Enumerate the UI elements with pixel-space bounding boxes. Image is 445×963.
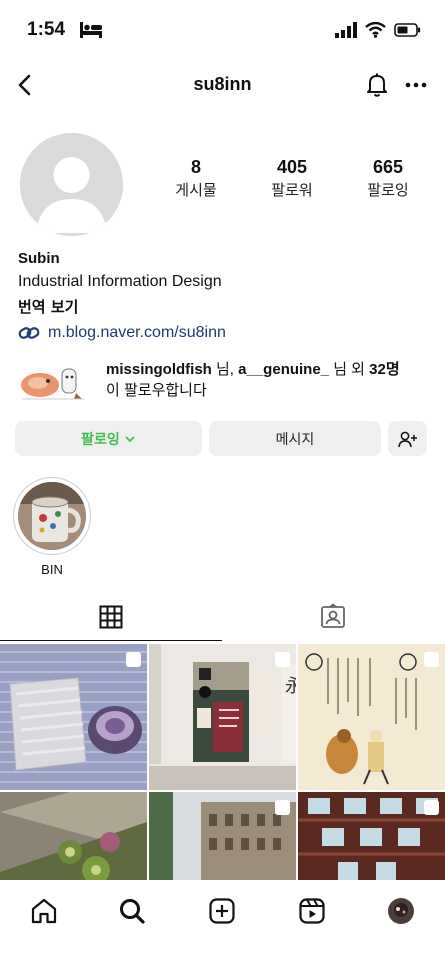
posts-label: 게시물 <box>175 181 217 199</box>
grid-icon <box>99 605 123 628</box>
status-indicators <box>335 22 421 38</box>
followed-sep-2: 님 외 <box>329 361 370 378</box>
following-button[interactable]: 팔로잉 <box>15 421 202 456</box>
followed-user-2[interactable]: a__genuine_ <box>238 361 329 378</box>
stat-followers[interactable]: 405 팔로워 <box>247 157 337 200</box>
followers-label: 팔로워 <box>271 181 313 199</box>
wifi-icon <box>365 22 386 38</box>
highlight-ring <box>13 477 91 555</box>
following-count: 665 <box>372 157 404 177</box>
profile-avatar-icon <box>388 898 414 924</box>
followed-line-2: 이 팔로우합니다 <box>106 382 207 399</box>
highlight-label: BIN <box>41 562 63 577</box>
stat-following[interactable]: 665 팔로잉 <box>343 157 433 200</box>
bottom-nav <box>0 880 445 963</box>
tagged-icon <box>321 603 345 628</box>
tab-tagged[interactable] <box>222 593 444 639</box>
tab-posts-grid[interactable] <box>0 593 222 641</box>
message-button[interactable]: 메시지 <box>209 421 381 456</box>
followed-by[interactable]: missingoldfish 님, a__genuine_ 님 외 32명 이 … <box>18 357 428 407</box>
followed-by-avatars <box>21 368 84 400</box>
svg-text:永: 永 <box>285 676 296 697</box>
reels-icon <box>299 898 325 924</box>
translate-link[interactable]: 번역 보기 <box>18 296 78 317</box>
multi-photo-icon <box>424 652 439 667</box>
multi-photo-icon <box>424 800 439 815</box>
profile-name: Subin <box>18 250 60 267</box>
post-thumbnail[interactable] <box>0 644 147 790</box>
posts-count: 8 <box>190 157 201 177</box>
status-bar: 1:54 <box>0 0 445 60</box>
bell-icon[interactable] <box>364 71 390 99</box>
post-thumbnail[interactable] <box>298 644 445 790</box>
followed-user-1[interactable]: missingoldfish <box>106 361 212 378</box>
multi-photo-icon <box>126 652 141 667</box>
status-time: 1:54 <box>27 19 66 40</box>
nav-reels[interactable] <box>297 896 327 926</box>
highlight-cover <box>18 482 86 550</box>
sleep-focus-icon <box>80 22 102 38</box>
followers-count: 405 <box>276 157 308 177</box>
home-icon <box>31 898 57 924</box>
nav-home[interactable] <box>29 896 59 926</box>
nav-create[interactable] <box>207 896 237 926</box>
search-icon <box>120 899 145 924</box>
profile-tabs <box>0 593 445 641</box>
profile-avatar[interactable] <box>20 133 123 236</box>
post-thumbnail[interactable]: 永 <box>149 644 296 790</box>
signal-icon <box>335 22 357 38</box>
add-user-button[interactable] <box>388 421 427 456</box>
profile-link[interactable]: m.blog.naver.com/su8inn <box>18 324 226 342</box>
multi-photo-icon <box>275 800 290 815</box>
profile-link-text: m.blog.naver.com/su8inn <box>48 324 226 341</box>
following-label: 팔로잉 <box>367 181 409 199</box>
profile-header: su8inn <box>0 62 445 108</box>
followed-by-text: missingoldfish 님, a__genuine_ 님 외 32명 이 … <box>106 359 400 401</box>
followed-count: 32명 <box>369 361 400 378</box>
more-icon[interactable] <box>404 75 428 95</box>
battery-icon <box>394 23 421 37</box>
add-user-icon <box>397 431 417 447</box>
story-highlight[interactable]: BIN <box>13 477 91 577</box>
profile-bio: Industrial Information Design <box>18 273 222 290</box>
default-avatar-icon <box>20 133 123 236</box>
link-icon <box>18 327 40 339</box>
chevron-down-icon <box>125 435 135 442</box>
nav-profile[interactable] <box>386 896 416 926</box>
create-icon <box>209 898 235 924</box>
message-button-label: 메시지 <box>275 431 315 448</box>
followed-sep-1: 님, <box>211 361 239 378</box>
following-button-label: 팔로잉 <box>81 431 120 448</box>
stat-posts[interactable]: 8 게시물 <box>151 157 241 200</box>
nav-search[interactable] <box>117 896 147 926</box>
multi-photo-icon <box>275 652 290 667</box>
